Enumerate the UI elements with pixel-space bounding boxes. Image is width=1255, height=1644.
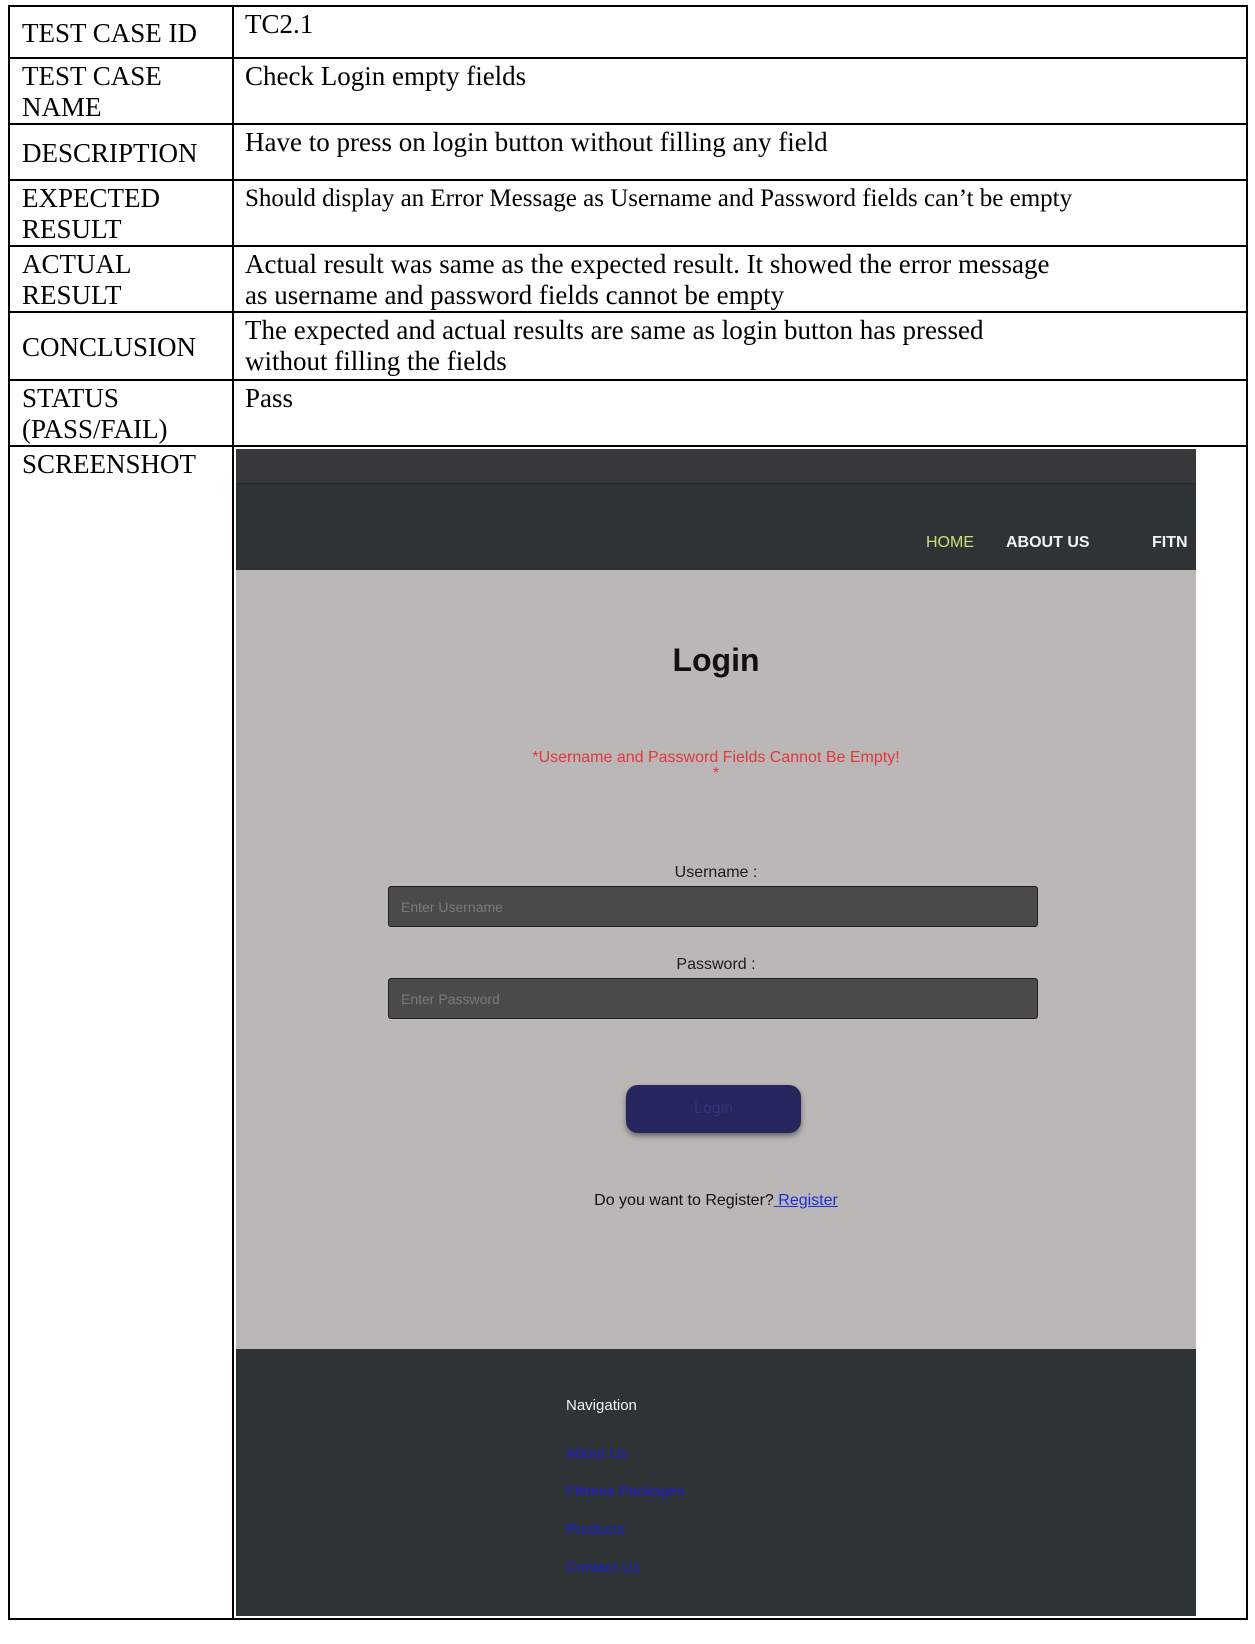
row-test-case-id: TEST CASE ID TC2.1 [8,5,1248,59]
value-status: Pass [232,379,1248,447]
label-description: DESCRIPTION [8,123,234,181]
footer-navigation-title: Navigation [566,1397,637,1414]
error-message: *Username and Password Fields Cannot Be … [236,750,1196,782]
test-case-document: TEST CASE ID TC2.1 TEST CASE NAME Check L… [8,5,1248,1639]
password-label: Password : [676,956,756,973]
row-expected-result: EXPECTED RESULT Should display an Error M… [8,179,1248,247]
value-line-1: The expected and actual results are same… [245,315,984,345]
label-line-2: RESULT [22,280,122,310]
label-status: STATUS (PASS/FAIL) [8,379,234,447]
footer-link-fitness-packages[interactable]: Fitness Packages [566,1483,684,1500]
value-description: Have to press on login button without fi… [232,123,1248,181]
site-footer: Navigation About Us Fitness Packages Pro… [236,1349,1196,1616]
nav-home-link[interactable]: HOME [926,534,974,552]
row-conclusion: CONCLUSION The expected and actual resul… [8,311,1248,381]
username-input[interactable]: Enter Username [388,886,1038,927]
footer-link-contact-us[interactable]: Contact Us [566,1559,640,1576]
label-expected-result: EXPECTED RESULT [8,179,234,247]
label-test-case-name: TEST CASE NAME [8,57,234,125]
label-line-2: (PASS/FAIL) [22,414,168,444]
row-screenshot: SCREENSHOT HOME ABOUT US FITN Login *Use… [8,445,1248,1620]
label-line-1: ACTUAL [22,249,132,279]
row-test-case-name: TEST CASE NAME Check Login empty fields [8,57,1248,125]
value-expected-result: Should display an Error Message as Usern… [232,179,1248,247]
error-text: *Username and Password Fields Cannot Be … [532,749,900,766]
label-line-2: NAME [22,92,102,122]
error-mark: * [712,765,720,782]
value-line-1: Actual result was same as the expected r… [245,249,1050,279]
value-actual-result: Actual result was same as the expected r… [232,245,1248,313]
footer-link-about-us[interactable]: About Us [566,1445,628,1462]
value-test-case-name: Check Login empty fields [232,57,1248,125]
screenshot-cell: HOME ABOUT US FITN Login *Username and P… [232,445,1248,1620]
nav-fitness-link[interactable]: FITN [1152,534,1188,552]
value-conclusion: The expected and actual results are same… [232,311,1248,381]
footer-link-products[interactable]: Products [566,1521,625,1538]
register-prompt: Do you want to Register? Register [236,1192,1196,1210]
row-status: STATUS (PASS/FAIL) Pass [8,379,1248,447]
label-screenshot: SCREENSHOT [8,445,234,1620]
password-input[interactable]: Enter Password [388,978,1038,1019]
register-prompt-text: Do you want to Register? [594,1192,774,1209]
label-test-case-id: TEST CASE ID [8,5,234,59]
label-line-2: RESULT [22,214,122,244]
site-navbar: HOME ABOUT US FITN [236,484,1196,570]
label-line-1: STATUS [22,383,119,413]
browser-top-bar [236,449,1196,484]
label-line-1: TEST CASE [22,61,162,91]
row-description: DESCRIPTION Have to press on login butto… [8,123,1248,181]
value-line-2: as username and password fields cannot b… [245,280,785,310]
label-line-1: EXPECTED [22,183,160,213]
embedded-screenshot: HOME ABOUT US FITN Login *Username and P… [236,449,1196,1616]
value-line-2: without filling the fields [245,346,507,376]
username-label: Username : [674,864,758,881]
register-link[interactable]: Register [774,1192,838,1209]
row-actual-result: ACTUAL RESULT Actual result was same as t… [8,245,1248,313]
label-conclusion: CONCLUSION [8,311,234,381]
label-actual-result: ACTUAL RESULT [8,245,234,313]
nav-about-link[interactable]: ABOUT US [1006,534,1090,552]
login-section: Login *Username and Password Fields Cann… [236,570,1196,1349]
login-title: Login [672,642,760,678]
value-test-case-id: TC2.1 [232,5,1248,59]
test-case-table: TEST CASE ID TC2.1 TEST CASE NAME Check L… [8,5,1248,1620]
login-button[interactable]: Login [626,1085,801,1133]
